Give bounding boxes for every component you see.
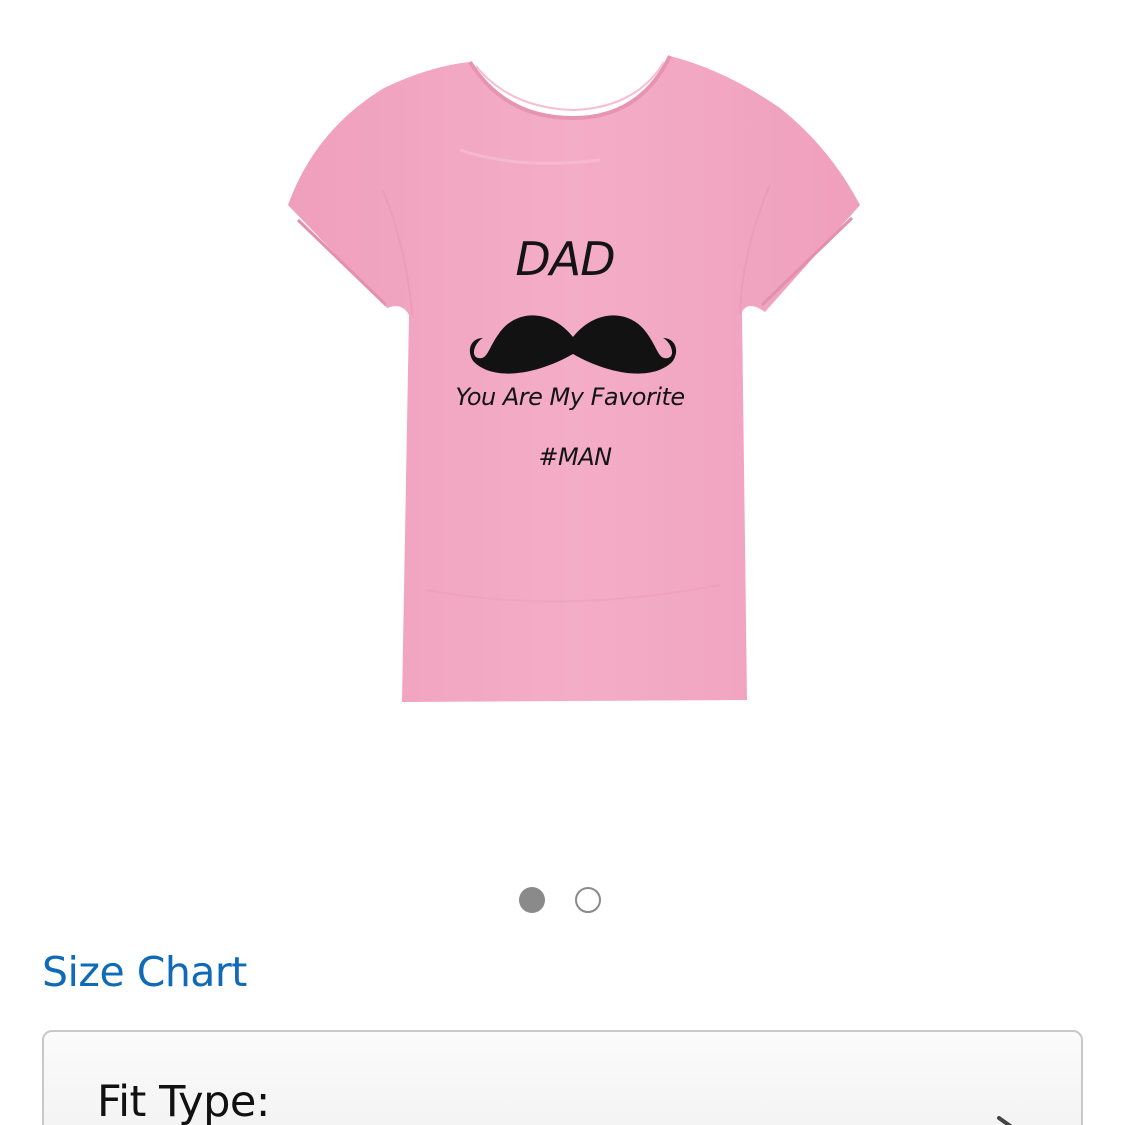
tshirt-image [288,55,860,702]
size-chart-link[interactable]: Size Chart [42,948,247,996]
shirt-print-title: DAD [515,232,615,286]
carousel-pagination [519,886,601,914]
chevron-right-icon [997,1116,1013,1125]
fit-type-selector[interactable]: Fit Type: [42,1030,1083,1125]
product-page: DAD You Are My Favorite #MAN Size Chart … [0,0,1125,1125]
fit-type-label: Fit Type: [97,1077,270,1125]
shirt-print-line: You Are My Favorite [455,383,685,411]
tshirt-body [288,56,860,702]
product-image[interactable]: DAD You Are My Favorite #MAN [0,0,1125,860]
carousel-dot-active[interactable] [519,887,545,913]
shirt-print-tag: #MAN [538,443,612,471]
carousel-dot-inactive[interactable] [575,887,601,913]
